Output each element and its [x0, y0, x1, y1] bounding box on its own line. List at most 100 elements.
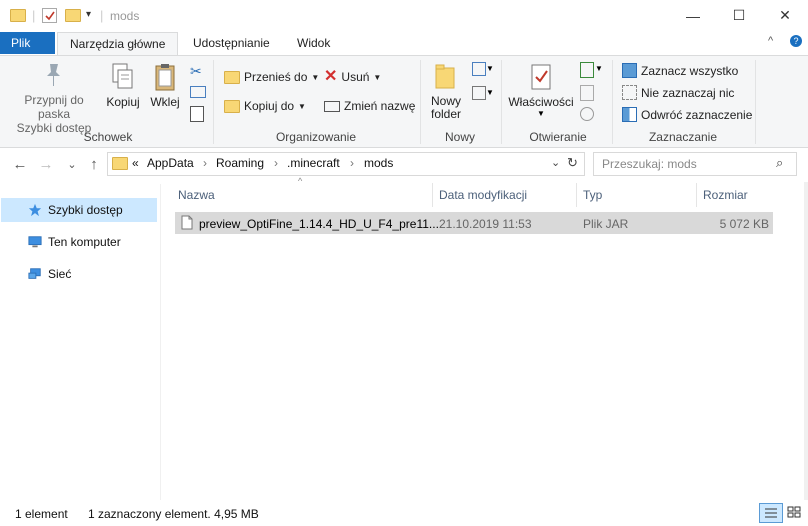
- column-divider[interactable]: [432, 183, 433, 207]
- chevron-down-icon: ▼: [298, 101, 306, 111]
- properties-button[interactable]: Właściwości ▼: [506, 62, 576, 118]
- large-icons-view-button[interactable]: [784, 503, 804, 521]
- scrollbar[interactable]: [804, 182, 808, 500]
- paste-button[interactable]: Wklej: [147, 62, 183, 109]
- select-none-button[interactable]: Nie zaznaczaj nic: [622, 85, 734, 100]
- copy-icon: [112, 63, 133, 89]
- breadcrumb-overflow[interactable]: «: [132, 156, 139, 170]
- column-size[interactable]: Rozmiar: [703, 188, 748, 202]
- file-name[interactable]: preview_OptiFine_1.14.4_HD_U_F4_pre11...…: [199, 217, 442, 231]
- group-select-label: Zaznaczanie: [648, 130, 718, 144]
- tab-file[interactable]: Plik: [0, 32, 55, 54]
- copy-path-icon[interactable]: [190, 86, 206, 98]
- file-date: 21.10.2019 11:53: [439, 217, 532, 231]
- edit-icon[interactable]: [580, 85, 594, 101]
- tab-home[interactable]: Narzędzia główne: [57, 32, 179, 56]
- select-none-label: Nie zaznaczaj nic: [641, 85, 735, 100]
- collapse-ribbon-icon[interactable]: ^: [768, 35, 773, 47]
- chevron-down-icon[interactable]: ▼: [486, 88, 494, 97]
- breadcrumb-appdata[interactable]: AppData: [147, 156, 194, 170]
- column-divider[interactable]: [576, 183, 577, 207]
- chevron-down-icon: ▼: [373, 72, 382, 82]
- copy-button[interactable]: Kopiuj: [105, 62, 141, 109]
- sidebar-item-quick-access[interactable]: Szybki dostęp: [1, 198, 157, 222]
- column-divider[interactable]: [696, 183, 697, 207]
- select-all-icon: [622, 63, 637, 78]
- delete-button[interactable]: ✕ Usuń ▼: [324, 69, 382, 85]
- help-icon[interactable]: ?: [790, 35, 802, 47]
- sidebar-item-label: Szybki dostęp: [48, 203, 123, 217]
- ribbon-divider: [612, 60, 613, 144]
- properties-quick-icon[interactable]: [42, 8, 57, 23]
- network-icon: [28, 268, 41, 279]
- ribbon-divider: [420, 60, 421, 144]
- breadcrumb-separator[interactable]: ›: [274, 156, 278, 170]
- recent-locations-button[interactable]: ⌄: [62, 154, 82, 174]
- pin-icon: [47, 64, 60, 86]
- customize-qat-icon[interactable]: ▾: [86, 9, 91, 20]
- select-all-label: Zaznacz wszystko: [641, 63, 739, 78]
- details-view-icon: [765, 508, 777, 518]
- search-icon[interactable]: ⌕: [776, 155, 783, 171]
- details-view-button[interactable]: [759, 503, 783, 523]
- history-icon[interactable]: [580, 107, 594, 121]
- copy-to-button[interactable]: Kopiuj do ▼: [224, 99, 306, 113]
- chevron-down-icon: ▼: [311, 72, 320, 82]
- sidebar-item-network[interactable]: Sieć: [1, 262, 157, 286]
- breadcrumb-separator[interactable]: ›: [350, 156, 354, 170]
- new-folder-quick-icon[interactable]: [65, 9, 81, 22]
- back-button[interactable]: ←: [10, 154, 30, 174]
- rename-button[interactable]: Zmień nazwę: [324, 99, 415, 113]
- address-folder-icon: [112, 157, 128, 170]
- column-date-modified[interactable]: Data modyfikacji: [439, 188, 527, 202]
- tab-view[interactable]: Widok: [285, 32, 342, 54]
- chevron-down-icon[interactable]: ▼: [486, 64, 494, 73]
- status-item-count: 1 element: [15, 507, 68, 521]
- open-icon[interactable]: [580, 62, 594, 78]
- rename-label: Zmień nazwę: [344, 99, 416, 113]
- chevron-down-icon[interactable]: ▼: [595, 64, 603, 73]
- invert-selection-icon: [622, 107, 637, 122]
- group-organize-label: Organizowanie: [275, 130, 357, 144]
- cut-icon[interactable]: ✂: [190, 63, 202, 80]
- copy-label: Kopiuj: [106, 95, 140, 109]
- close-button[interactable]: ✕: [762, 0, 808, 31]
- up-button[interactable]: ↑: [84, 154, 104, 174]
- tab-share[interactable]: Udostępnianie: [181, 32, 282, 54]
- move-folder-icon: [224, 70, 240, 84]
- pin-label-1: Przypnij do paska: [24, 93, 84, 121]
- easy-access-icon[interactable]: [472, 86, 486, 100]
- properties-icon: [531, 64, 551, 90]
- group-open-label: Otwieranie: [529, 130, 587, 144]
- breadcrumb-mods[interactable]: mods: [364, 156, 393, 170]
- forward-button[interactable]: →: [36, 154, 56, 174]
- address-dropdown-icon[interactable]: ⌄: [551, 156, 560, 169]
- breadcrumb-roaming[interactable]: Roaming: [216, 156, 264, 170]
- search-placeholder: Przeszukaj: mods: [602, 157, 697, 171]
- new-folder-icon: [435, 64, 455, 89]
- copy-folder-icon: [224, 99, 240, 113]
- file-size: 5 072 KB: [719, 217, 769, 231]
- minimize-button[interactable]: —: [670, 0, 716, 31]
- chevron-down-icon: ▼: [537, 109, 545, 118]
- maximize-button[interactable]: ☐: [716, 0, 762, 31]
- paste-shortcut-icon[interactable]: [190, 106, 204, 122]
- select-all-button[interactable]: Zaznacz wszystko: [622, 63, 738, 78]
- pin-quick-access-button[interactable]: Przypnij do paska Szybki dostęp: [8, 60, 100, 135]
- new-folder-button[interactable]: Nowy folder: [424, 62, 468, 121]
- new-item-icon[interactable]: [472, 62, 486, 76]
- column-name[interactable]: Nazwa: [178, 188, 215, 202]
- clipboard-icon: [155, 64, 175, 91]
- large-icons-view-icon: [787, 506, 801, 518]
- sidebar-item-this-pc[interactable]: Ten komputer: [1, 230, 157, 254]
- breadcrumb-separator[interactable]: ›: [203, 156, 207, 170]
- move-to-button[interactable]: Przenieś do ▼: [224, 70, 319, 84]
- paste-label: Wklej: [150, 95, 180, 109]
- folder-icon: [10, 9, 26, 22]
- file-type: Plik JAR: [583, 217, 629, 231]
- invert-selection-button[interactable]: Odwróć zaznaczenie: [622, 107, 752, 122]
- column-type[interactable]: Typ: [583, 188, 602, 202]
- qat-separator: |: [32, 8, 36, 23]
- breadcrumb-minecraft[interactable]: .minecraft: [287, 156, 340, 170]
- refresh-icon[interactable]: ↻: [567, 155, 578, 171]
